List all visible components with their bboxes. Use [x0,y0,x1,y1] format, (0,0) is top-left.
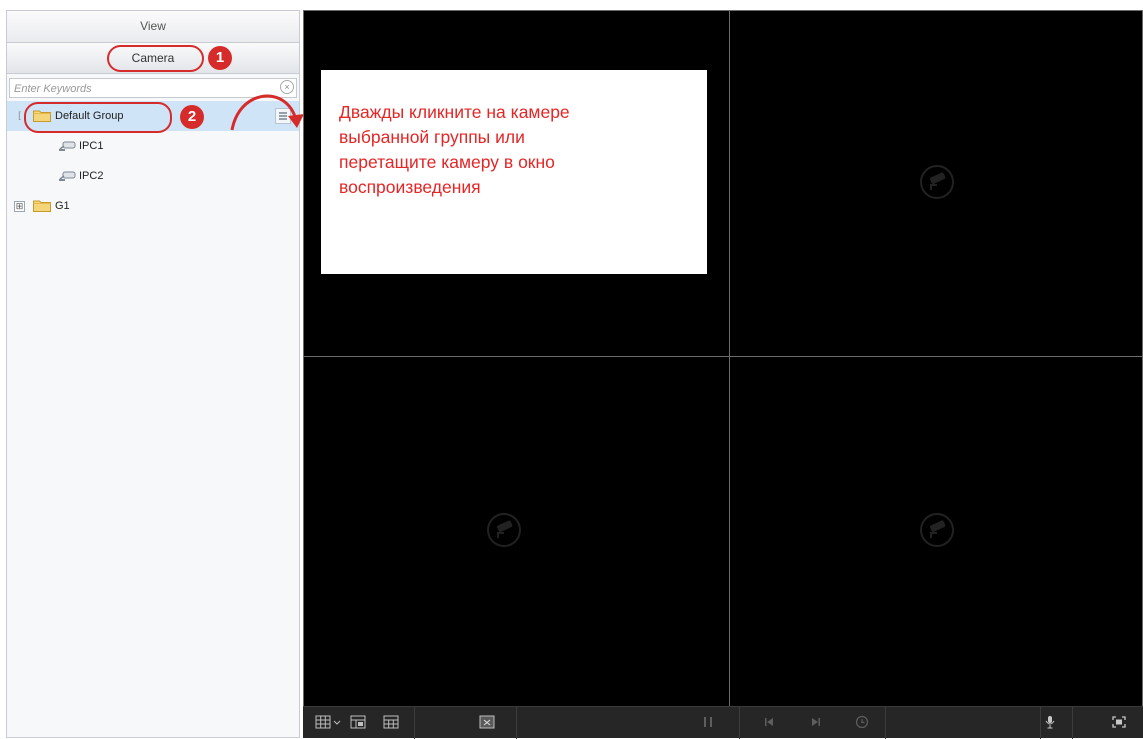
default-group-highlight [24,102,172,133]
expand-icon[interactable]: ⊞ [14,201,25,212]
window-grid-icon[interactable] [383,715,399,729]
video-pane-4[interactable] [729,356,1143,707]
camera-icon [920,513,954,547]
tree-node-g1[interactable]: ⊞ G1 [7,191,299,221]
view-header[interactable]: View [7,11,299,43]
camera-tab-highlight [107,45,204,72]
camera-icon [920,165,954,199]
video-pane-2[interactable] [729,10,1143,357]
tree-node-label: IPC1 [79,140,104,152]
camera-icon [487,513,521,547]
step-badge-1: 1 [208,46,232,70]
tree-node-ipc1[interactable]: IPC1 [7,131,299,161]
toolbar-separator [885,707,886,739]
toolbar-separator [516,707,517,739]
playback-toolbar [303,706,1143,739]
fullscreen-icon[interactable] [1111,715,1127,729]
layout-dropdown-icon[interactable] [333,715,341,729]
collapse-icon[interactable]: [ [15,111,24,120]
camera-icon [59,141,76,151]
clock-icon[interactable] [854,715,870,729]
prev-frame-icon[interactable] [761,715,777,729]
snapshot-icon[interactable] [479,715,495,729]
tree-node-label: IPC2 [79,170,104,182]
tree-node-label: G1 [55,200,70,212]
video-pane-3[interactable] [303,356,730,707]
next-frame-icon[interactable] [808,715,824,729]
instruction-callout: Дважды кликните на камере выбранной груп… [321,70,707,274]
layout-grid-icon[interactable] [315,715,331,729]
toolbar-separator [1072,707,1073,739]
step-badge-2: 2 [180,105,204,129]
folder-icon [33,200,51,212]
toolbar-separator [739,707,740,739]
tree-node-ipc2[interactable]: IPC2 [7,161,299,191]
toolbar-separator [414,707,415,739]
microphone-icon[interactable] [1042,715,1058,729]
drag-arrow-icon [230,94,304,131]
camera-icon [59,171,76,181]
pause-icon[interactable] [700,715,716,729]
toolbar-separator [1040,707,1041,739]
instruction-text: Дважды кликните на камере выбранной груп… [339,102,570,197]
window-add-icon[interactable] [350,715,366,729]
